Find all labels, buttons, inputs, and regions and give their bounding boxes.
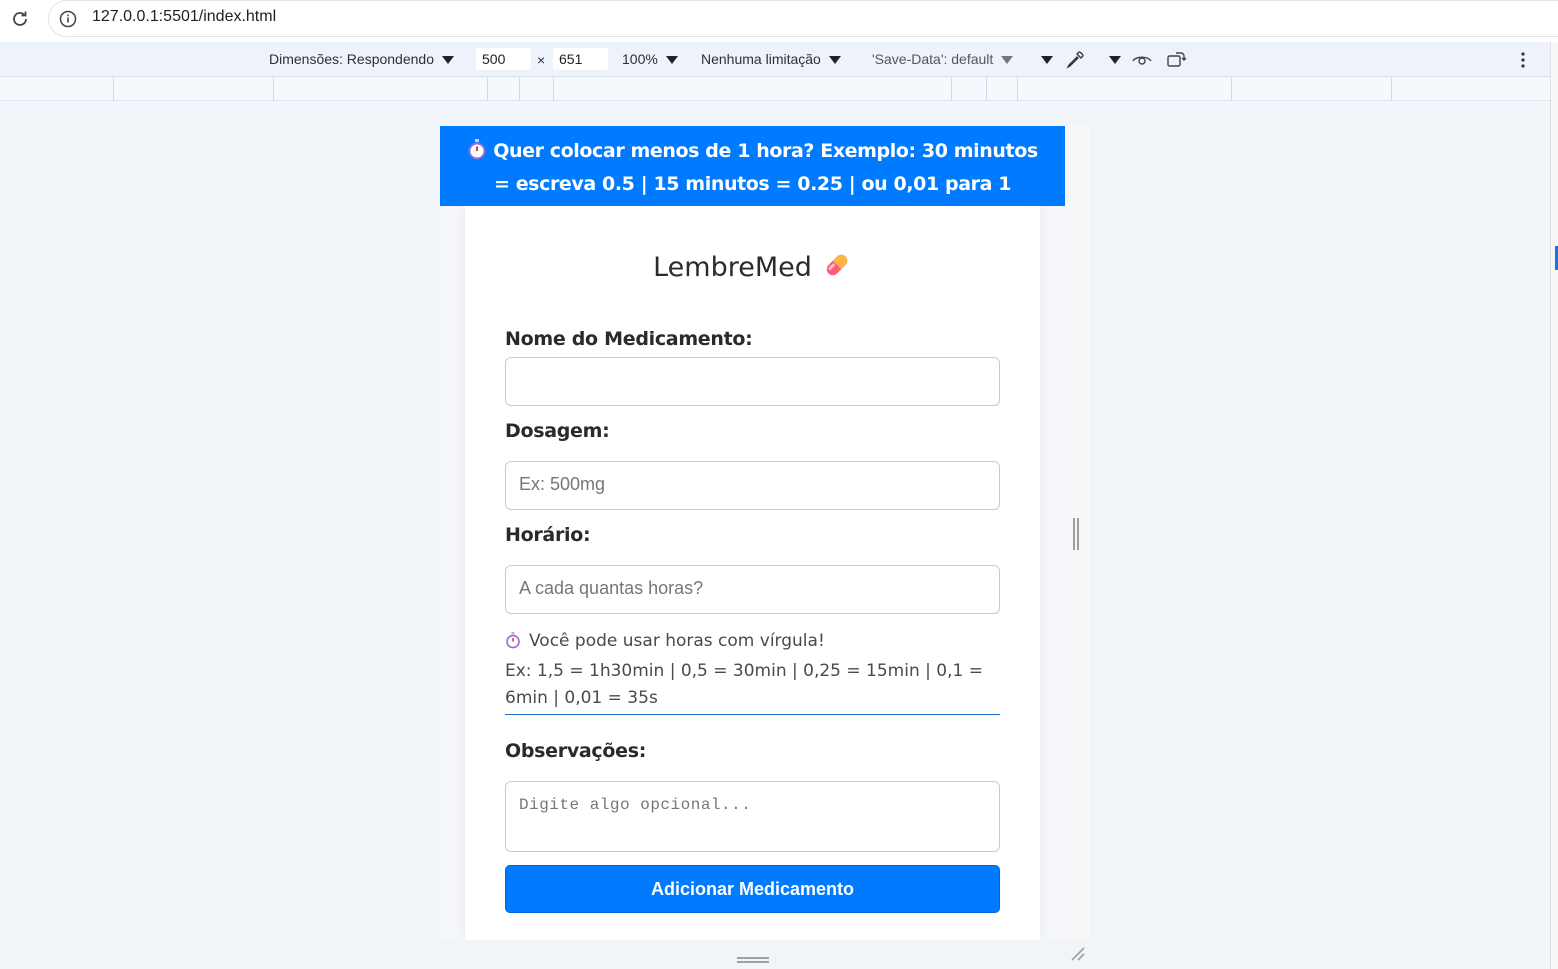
more-options-dropdown[interactable] [1033, 51, 1053, 67]
dosage-input[interactable]: Ex: 500mg [505, 461, 1000, 510]
throttling-label: Nenhuma limitação [701, 51, 821, 67]
reload-icon[interactable] [6, 5, 34, 33]
kebab-menu-icon[interactable] [1512, 49, 1534, 71]
info-banner: Quer colocar menos de 1 hora? Exemplo: 3… [440, 126, 1065, 225]
eye-icon[interactable] [1131, 49, 1153, 71]
save-data-dropdown[interactable]: 'Save-Data': default [872, 51, 1014, 67]
height-input[interactable]: 651 [553, 48, 608, 70]
notes-label: Observações: [505, 740, 647, 762]
save-data-label: 'Save-Data': default [872, 51, 994, 67]
ruler-segment[interactable] [986, 77, 987, 101]
throttling-dropdown[interactable]: Nenhuma limitação [701, 51, 841, 67]
dosage-label: Dosagem: [505, 420, 610, 442]
zoom-label: 100% [622, 51, 658, 67]
device-toolbar: Dimensões: Respondendo 500 × 651 100% Ne… [0, 42, 1558, 77]
dimensions-dropdown[interactable]: Dimensões: Respondendo [269, 51, 454, 67]
ruler-segment[interactable] [1391, 77, 1392, 101]
app-title-row: LembreMed [465, 250, 1040, 287]
notes-textarea[interactable]: Digite algo opcional... [505, 781, 1000, 852]
ruler-segment[interactable] [273, 77, 274, 101]
site-info-icon[interactable] [58, 9, 78, 29]
add-medication-button[interactable]: Adicionar Medicamento [505, 865, 1000, 913]
device-viewport: Quer colocar menos de 1 hora? Exemplo: 3… [440, 126, 1065, 940]
corner-resize-handle[interactable] [1068, 944, 1086, 962]
hint-line-1-text: Você pode usar horas com vírgula! [529, 631, 825, 651]
ruler-segment[interactable] [1231, 77, 1232, 101]
vision-dropdown[interactable] [1101, 51, 1121, 67]
bottom-resize-handle[interactable] [737, 949, 769, 963]
ruler-segment[interactable] [487, 77, 488, 101]
schedule-label: Horário: [505, 524, 591, 546]
media-query-ruler[interactable] [0, 77, 1550, 101]
app-title: LembreMed [653, 252, 812, 283]
right-resize-handle[interactable] [1072, 518, 1080, 550]
pill-icon [822, 250, 852, 287]
medication-form-card: LembreMed Nome do Medicamento: Dosagem: … [465, 206, 1040, 940]
dimensions-label: Dimensões: Respondendo [269, 51, 434, 67]
zoom-dropdown[interactable]: 100% [622, 51, 678, 67]
ruler-segment[interactable] [553, 77, 554, 101]
chevron-down-icon [1001, 56, 1014, 65]
times-sign: × [537, 52, 546, 68]
chevron-down-icon [1109, 56, 1121, 65]
browser-address-bar: 127.0.0.1:5501/index.html [0, 0, 1558, 42]
width-input[interactable]: 500 [476, 48, 531, 70]
rotate-device-icon[interactable] [1166, 49, 1188, 71]
eyedropper-icon[interactable] [1064, 49, 1086, 71]
hint-line-2: Ex: 1,5 = 1h30min | 0,5 = 30min | 0,25 =… [505, 661, 983, 708]
page-scrollbar[interactable] [1550, 42, 1558, 969]
stopwatch-icon [505, 631, 521, 658]
medication-name-input[interactable] [505, 357, 1000, 406]
chevron-down-icon [665, 56, 678, 65]
chevron-down-icon [828, 56, 841, 65]
ruler-segment[interactable] [113, 77, 114, 101]
ruler-segment[interactable] [519, 77, 520, 101]
ruler-segment[interactable] [1017, 77, 1018, 101]
chevron-down-icon [442, 56, 454, 65]
medication-name-label: Nome do Medicamento: [505, 328, 753, 350]
hint-line-1: Você pode usar horas com vírgula! [505, 628, 1000, 658]
ruler-segment[interactable] [951, 77, 952, 101]
chevron-down-icon [1041, 56, 1053, 65]
stopwatch-icon [467, 138, 487, 169]
url-text[interactable]: 127.0.0.1:5501/index.html [92, 8, 276, 26]
schedule-input[interactable]: A cada quantas horas? [505, 565, 1000, 614]
schedule-hint: Você pode usar horas com vírgula! Ex: 1,… [505, 628, 1000, 715]
